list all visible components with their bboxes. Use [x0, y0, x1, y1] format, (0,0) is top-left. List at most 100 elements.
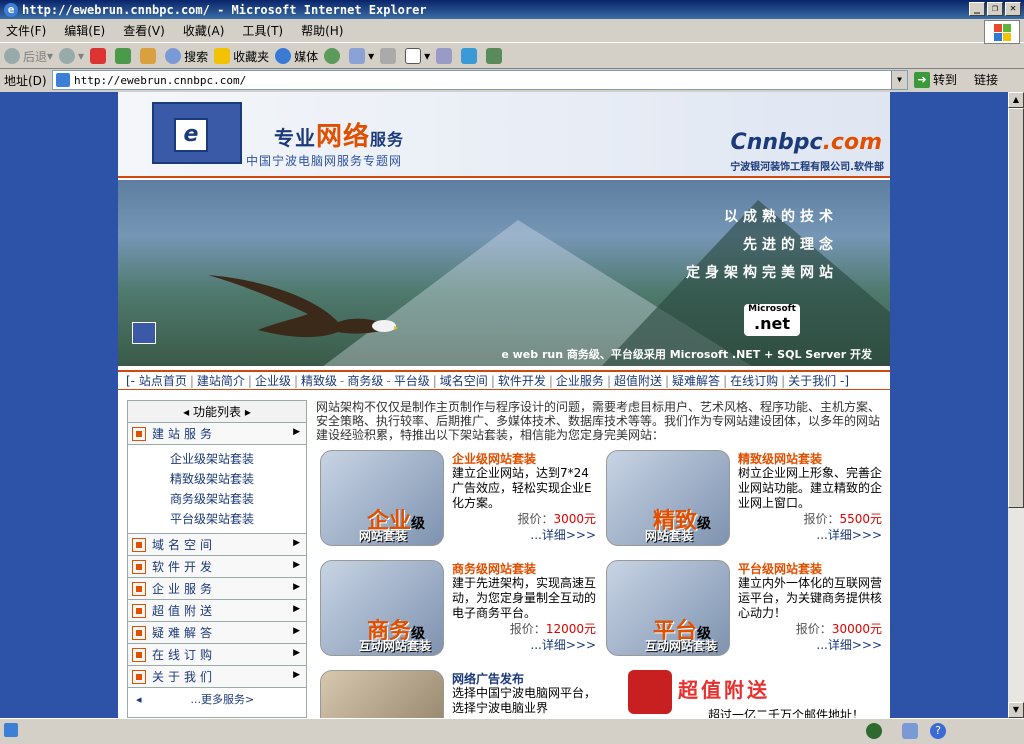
sidebar-item-about[interactable]: 关于我们 ▶ — [128, 666, 306, 688]
product-desc: 建立内外一体化的互联网营运平台，为关键商务提供核心动力！ — [738, 576, 883, 620]
dotnet-logo: Microsoft .net — [744, 304, 800, 336]
sidebar-item-label: 域名空间 — [152, 538, 217, 552]
submenu-enterprise[interactable]: 企业级架站套装 — [170, 449, 306, 469]
product-title[interactable]: 平台级网站套装 — [738, 560, 822, 577]
restore-button[interactable]: ❐ — [987, 2, 1003, 16]
discuss-button[interactable] — [436, 48, 455, 64]
nav-premium[interactable]: 精致级 — [301, 372, 337, 389]
nav-intro[interactable]: 建站简介 — [197, 372, 245, 389]
refresh-button[interactable] — [115, 48, 134, 64]
home-button[interactable] — [140, 48, 159, 64]
nav-business[interactable]: 商务级 — [347, 372, 383, 389]
product-image-caption: 网站套装 — [359, 529, 408, 543]
help-icon[interactable]: ? — [930, 723, 946, 739]
go-label: 转到 — [933, 73, 958, 87]
nav-platform[interactable]: 平台级 — [394, 372, 430, 389]
address-bar: 地址(D) http://ewebrun.cnnbpc.com/ ▼ ➜ 转到 链… — [0, 69, 1024, 91]
nav-faq[interactable]: 疑难解答 — [672, 372, 720, 389]
product-title[interactable]: 企业级网站套装 — [452, 450, 536, 467]
submenu-premium[interactable]: 精致级架站套装 — [170, 469, 306, 489]
menu-favorites[interactable]: 收藏(A) — [183, 22, 225, 39]
menu-tools[interactable]: 工具(T) — [242, 22, 283, 39]
sidebar-item-service[interactable]: 企业服务 ▶ — [128, 578, 306, 600]
caret-left-icon: ◂ — [136, 692, 142, 706]
sidebar-item-software[interactable]: 软件开发 ▶ — [128, 556, 306, 578]
product-image[interactable]: 企业级 网站套装 — [320, 450, 444, 546]
ad-title[interactable]: 网络广告发布 — [452, 670, 524, 687]
product-price: 报价：30000元 — [796, 620, 882, 637]
address-dropdown-button[interactable]: ▼ — [891, 71, 907, 89]
nav-bracket-close: -] — [836, 373, 850, 388]
search-button[interactable]: 搜索 — [165, 48, 208, 65]
address-url: http://ewebrun.cnnbpc.com/ — [74, 73, 247, 87]
forward-button[interactable]: ▾ — [59, 48, 84, 64]
ad-image[interactable] — [320, 670, 444, 718]
product-detail-link[interactable]: ...详细>>> — [530, 526, 596, 543]
submenu-platform[interactable]: 平台级架站套装 — [170, 509, 306, 529]
menu-help[interactable]: 帮助(H) — [301, 22, 343, 39]
price-label: 报价： — [795, 622, 832, 636]
nav-order[interactable]: 在线订购 — [730, 372, 778, 389]
submenu-business[interactable]: 商务级架站套装 — [170, 489, 306, 509]
brand-logo[interactable]: Cnnbpc.com — [731, 130, 882, 155]
edit-button[interactable]: ▾ — [405, 48, 430, 64]
nav-service[interactable]: 企业服务 — [556, 372, 604, 389]
sidebar-item-domain[interactable]: 域名空间 ▶ — [128, 534, 306, 556]
back-button[interactable]: 后退 ▾ — [4, 48, 53, 65]
menu-view[interactable]: 查看(V) — [123, 22, 165, 39]
product-image[interactable]: 平台级 互动网站套装 — [606, 560, 730, 656]
nav-enterprise[interactable]: 企业级 — [255, 372, 291, 389]
media-button[interactable]: 媒体 — [275, 48, 318, 65]
links-button[interactable]: 链接 — [974, 71, 998, 88]
page-status-icon — [4, 723, 18, 737]
nav-bonus[interactable]: 超值附送 — [614, 372, 662, 389]
price-label: 报价： — [509, 622, 546, 636]
menu-edit[interactable]: 编辑(E) — [64, 22, 105, 39]
stop-button[interactable] — [90, 48, 109, 64]
nav-home[interactable]: 站点首页 — [139, 372, 187, 389]
product-title[interactable]: 商务级网站套装 — [452, 560, 536, 577]
product-image-level: 级 — [411, 516, 426, 532]
product-detail-link[interactable]: ...详细>>> — [816, 526, 882, 543]
sidebar-item-label: 企业服务 — [152, 582, 217, 596]
sidebar-item-build[interactable]: 建站服务 ▶ — [128, 423, 306, 445]
minimize-button[interactable]: _ — [969, 2, 985, 16]
nav-about[interactable]: 关于我们 — [788, 372, 836, 389]
product-image[interactable]: 商务级 互动网站套装 — [320, 560, 444, 656]
messenger-button[interactable] — [461, 48, 480, 64]
eagle-image — [208, 275, 398, 338]
go-button[interactable]: ➜ 转到 — [914, 71, 957, 88]
sidebar-header: ◂ 功能列表 ▸ — [128, 401, 306, 423]
menu-file[interactable]: 文件(F) — [6, 22, 46, 39]
print-button[interactable] — [380, 48, 399, 64]
sidebar-item-faq[interactable]: 疑难解答 ▶ — [128, 622, 306, 644]
back-arrow-icon — [4, 48, 20, 64]
bonus-promo[interactable]: 超值附送 超过一亿二千万个邮件地址！ — [628, 670, 878, 718]
product-image[interactable]: 精致级 网站套装 — [606, 450, 730, 546]
product-detail-link[interactable]: ...详细>>> — [530, 636, 596, 653]
price-value: 3000元 — [553, 512, 596, 526]
research-button[interactable] — [486, 48, 505, 64]
vertical-scrollbar[interactable]: ▲ ▼ — [1008, 92, 1024, 718]
close-button[interactable]: ✕ — [1005, 2, 1021, 16]
scroll-down-button[interactable]: ▼ — [1008, 702, 1024, 718]
scroll-up-button[interactable]: ▲ — [1008, 92, 1024, 108]
nav-software[interactable]: 软件开发 — [498, 372, 546, 389]
product-title[interactable]: 精致级网站套装 — [738, 450, 822, 467]
more-services-link[interactable]: ◂ ...更多服务> — [128, 688, 306, 710]
product-detail-link[interactable]: ...详细>>> — [816, 636, 882, 653]
sidebar-submenu: 企业级架站套装 精致级架站套装 商务级架站套装 平台级架站套装 — [128, 445, 306, 534]
favorites-button[interactable]: 收藏夹 — [214, 48, 269, 65]
mail-button[interactable]: ▾ — [349, 48, 374, 64]
product-desc: 树立企业网上形象、完善企业网站功能。建立精致的企业网上窗口。 — [738, 466, 883, 510]
sidebar-item-label: 软件开发 — [152, 560, 217, 574]
chevron-right-icon: ▶ — [293, 626, 300, 636]
history-button[interactable] — [324, 48, 343, 64]
nav-domain[interactable]: 域名空间 — [440, 372, 488, 389]
star-icon — [214, 48, 231, 64]
sidebar-item-bonus[interactable]: 超值附送 ▶ — [128, 600, 306, 622]
site-logo[interactable]: e — [152, 102, 242, 164]
scroll-thumb[interactable] — [1008, 108, 1024, 508]
sidebar-item-order[interactable]: 在线订购 ▶ — [128, 644, 306, 666]
address-input[interactable]: http://ewebrun.cnnbpc.com/ ▼ — [52, 70, 908, 90]
